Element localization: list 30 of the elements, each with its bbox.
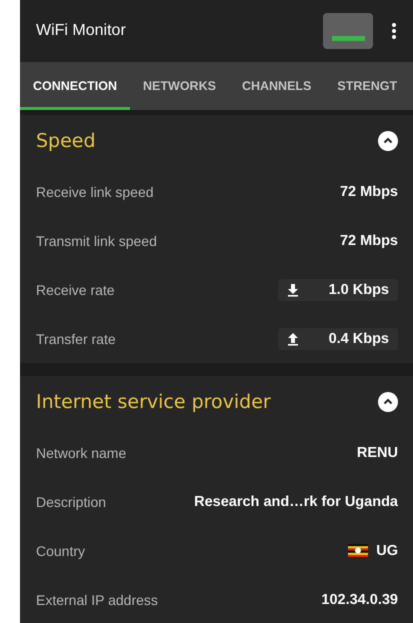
- row-value: 72 Mbps: [340, 232, 398, 248]
- row-label: Network name: [36, 444, 126, 460]
- collapse-icon[interactable]: [378, 392, 398, 412]
- row-label: Country: [36, 542, 86, 558]
- row-value: 0.4 Kbps: [328, 330, 389, 346]
- section-title: Speed: [36, 130, 96, 152]
- download-icon: [286, 282, 299, 296]
- upload-icon: [286, 332, 299, 346]
- app-title: WiFi Monitor: [36, 22, 127, 40]
- row-label: Receive rate: [36, 282, 115, 298]
- row-value: Research and…rk for Uganda: [194, 494, 398, 510]
- row-label: Transfer rate: [36, 330, 116, 346]
- row-value: RENU: [356, 444, 398, 460]
- row-value: 1.0 Kbps: [328, 282, 389, 298]
- row-value: UG: [376, 542, 398, 558]
- section-title: Internet service provider: [36, 391, 271, 413]
- row-value: 72 Mbps: [340, 184, 398, 200]
- row-label: Description: [36, 494, 106, 510]
- tab[interactable]: CONNECTION: [20, 62, 130, 110]
- collapse-icon[interactable]: [378, 131, 398, 151]
- row-label: External IP address: [36, 592, 158, 608]
- tab[interactable]: CHANNELS: [228, 62, 324, 110]
- tab[interactable]: NETWORKS: [130, 62, 229, 110]
- bar-icon: [332, 36, 364, 41]
- row-label: Receive link speed: [36, 184, 154, 200]
- flag-icon: [348, 544, 368, 557]
- row-label: Transmit link speed: [36, 232, 157, 248]
- more-icon[interactable]: [391, 22, 397, 40]
- row-value: 102.34.0.39: [321, 592, 398, 608]
- tab[interactable]: STRENGT: [324, 62, 410, 110]
